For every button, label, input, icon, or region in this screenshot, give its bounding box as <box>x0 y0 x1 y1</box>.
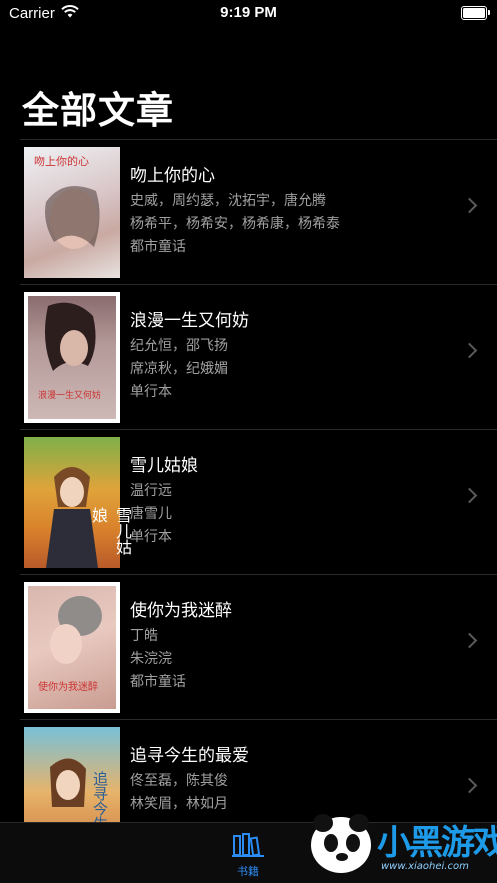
book-meta-line: 温行远 <box>130 483 172 499</box>
book-row[interactable]: 雪儿姑娘 雪儿姑娘 温行远 唐雪儿 单行本 <box>20 429 497 574</box>
watermark-logo: 小黑游戏 www.xiaohei.com <box>301 809 497 879</box>
chevron-right-icon <box>461 197 478 214</box>
book-cover: 使你为我迷醉 <box>24 582 120 713</box>
book-row[interactable]: 使你为我迷醉 使你为我迷醉 丁皓 朱浣浣 都市童话 <box>20 574 497 719</box>
chevron-right-icon <box>461 487 478 504</box>
book-title: 浪漫一生又何妨 <box>130 311 249 331</box>
book-meta-line: 史威，周约瑟，沈拓宇，唐允腾 <box>130 193 326 209</box>
book-title: 追寻今生的最爱 <box>130 746 249 766</box>
book-category: 都市童话 <box>130 239 186 255</box>
book-meta-line: 佟至磊，陈其俊 <box>130 773 228 789</box>
book-cover: 吻上你的心 <box>24 147 120 278</box>
book-category: 单行本 <box>130 384 172 400</box>
book-title: 雪儿姑娘 <box>130 456 198 476</box>
book-title: 吻上你的心 <box>130 166 215 186</box>
book-meta-line: 唐雪儿 <box>130 506 172 522</box>
chevron-right-icon <box>461 632 478 649</box>
book-row[interactable]: 吻上你的心 吻上你的心 史威，周约瑟，沈拓宇，唐允腾 杨希平，杨希安，杨希康，杨… <box>20 139 497 284</box>
book-info: 使你为我迷醉 丁皓 朱浣浣 都市童话 <box>130 599 457 694</box>
book-info: 追寻今生的最爱 佟至磊，陈其俊 林笑眉，林如月 <box>130 744 457 816</box>
cover-title: 吻上你的心 <box>34 155 89 168</box>
page-title: 全部文章 <box>22 89 174 132</box>
cover-title: 使你为我迷醉 <box>38 682 98 693</box>
book-cover: 浪漫一生又何妨 <box>24 292 120 423</box>
tab-label: 书籍 <box>237 865 259 878</box>
book-meta-line: 丁皓 <box>130 628 158 644</box>
book-meta-line: 纪允恒，邵飞扬 <box>130 338 228 354</box>
book-info: 吻上你的心 史威，周约瑟，沈拓宇，唐允腾 杨希平，杨希安，杨希康，杨希泰 都市童… <box>130 164 457 259</box>
status-bar: Carrier 9:19 PM <box>0 0 497 28</box>
book-title: 使你为我迷醉 <box>130 601 232 621</box>
watermark-brand: 小黑游戏 <box>377 823 497 863</box>
book-meta-line: 朱浣浣 <box>130 651 172 667</box>
book-category: 都市童话 <box>130 674 186 690</box>
book-meta-line: 席凉秋，纪娥媚 <box>130 361 228 377</box>
book-info: 浪漫一生又何妨 纪允恒，邵飞扬 席凉秋，纪娥媚 单行本 <box>130 309 457 404</box>
cover-title: 浪漫一生又何妨 <box>38 391 102 401</box>
book-meta-line: 杨希平，杨希安，杨希康，杨希泰 <box>130 216 340 232</box>
status-time: 9:19 PM <box>220 4 277 21</box>
chevron-right-icon <box>461 342 478 359</box>
book-cover: 雪儿姑娘 <box>24 437 132 568</box>
book-category: 单行本 <box>130 529 172 545</box>
cover-title: 雪儿姑娘 <box>89 507 132 555</box>
book-row[interactable]: 浪漫一生又何妨 浪漫一生又何妨 纪允恒，邵飞扬 席凉秋，纪娥媚 单行本 <box>20 284 497 429</box>
tab-books[interactable]: 书籍 <box>225 833 271 879</box>
book-list: 吻上你的心 吻上你的心 史威，周约瑟，沈拓宇，唐允腾 杨希平，杨希安，杨希康，杨… <box>20 139 497 864</box>
watermark-url: www.xiaohei.com <box>381 861 469 872</box>
book-info: 雪儿姑娘 温行远 唐雪儿 单行本 <box>130 454 457 549</box>
battery-icon <box>461 6 490 20</box>
chevron-right-icon <box>461 777 478 794</box>
books-icon <box>232 833 264 861</box>
